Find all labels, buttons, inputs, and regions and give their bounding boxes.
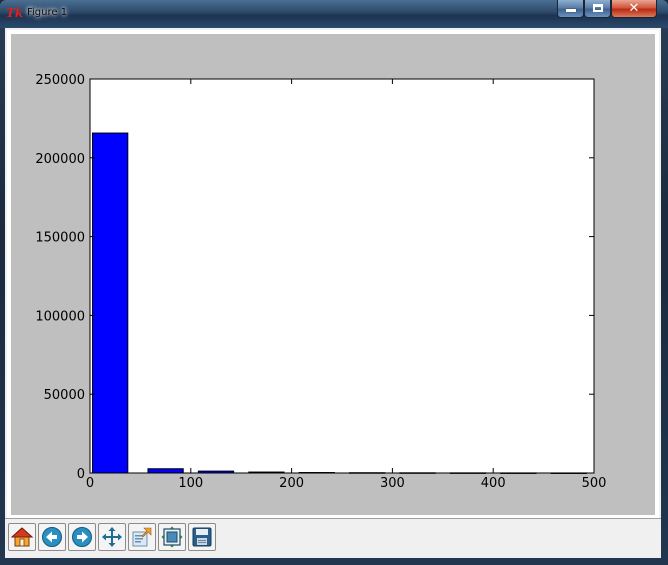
home-icon — [11, 527, 33, 547]
y-tick-label: 50000 — [44, 388, 85, 403]
figure-canvas[interactable]: 0 100 200 300 400 500 0 50000 100000 150000 200000… — [11, 34, 655, 515]
window-title: Figure 1 — [27, 7, 68, 18]
floppy-disk-icon — [192, 527, 212, 547]
save-button[interactable] — [188, 523, 216, 551]
back-button[interactable] — [38, 523, 66, 551]
minimize-button[interactable] — [557, 0, 584, 18]
window-client-area: 0 100 200 300 400 500 0 50000 100000 150000 200000… — [5, 28, 661, 558]
bar — [147, 468, 184, 474]
subplots-button[interactable] — [158, 523, 186, 551]
pan-button[interactable] — [98, 523, 126, 551]
title-bar[interactable]: Tk Figure 1 ✕ — [0, 0, 668, 28]
x-tick-label: 300 — [380, 476, 405, 491]
forward-arrow-icon — [72, 527, 92, 547]
pan-arrows-icon — [102, 527, 122, 547]
y-tick-label: 200000 — [35, 152, 85, 167]
y-tick-label: 250000 — [35, 73, 85, 88]
figure-window: Tk Figure 1 ✕ 0 100 200 300 400 500 0 50000 1000… — [0, 0, 668, 565]
home-button[interactable] — [8, 523, 36, 551]
navigation-toolbar — [5, 518, 661, 558]
subplots-config-icon — [161, 526, 183, 548]
close-icon: ✕ — [628, 1, 640, 16]
maximize-icon — [593, 4, 603, 12]
canvas-frame: 0 100 200 300 400 500 0 50000 100000 150000 200000… — [7, 30, 659, 518]
y-tick-label: 0 — [77, 467, 85, 482]
x-tick-label: 500 — [582, 476, 607, 491]
x-tick-label: 100 — [178, 476, 203, 491]
y-tick-label: 100000 — [35, 309, 85, 324]
x-tick-label: 200 — [279, 476, 304, 491]
tk-feather-icon: Tk — [6, 6, 24, 20]
zoom-rect-icon — [132, 527, 152, 547]
back-arrow-icon — [42, 527, 62, 547]
maximize-button[interactable] — [584, 0, 611, 18]
close-button[interactable]: ✕ — [611, 0, 657, 18]
x-tick-label: 400 — [481, 476, 506, 491]
bar-chart[interactable]: 0 100 200 300 400 500 0 50000 100000 150000 200000… — [11, 34, 655, 515]
minimize-icon — [566, 9, 576, 12]
forward-button[interactable] — [68, 523, 96, 551]
zoom-button[interactable] — [128, 523, 156, 551]
bar — [92, 132, 129, 474]
x-tick-label: 0 — [86, 476, 94, 491]
axes-background — [90, 79, 594, 473]
y-tick-label: 150000 — [35, 231, 85, 246]
